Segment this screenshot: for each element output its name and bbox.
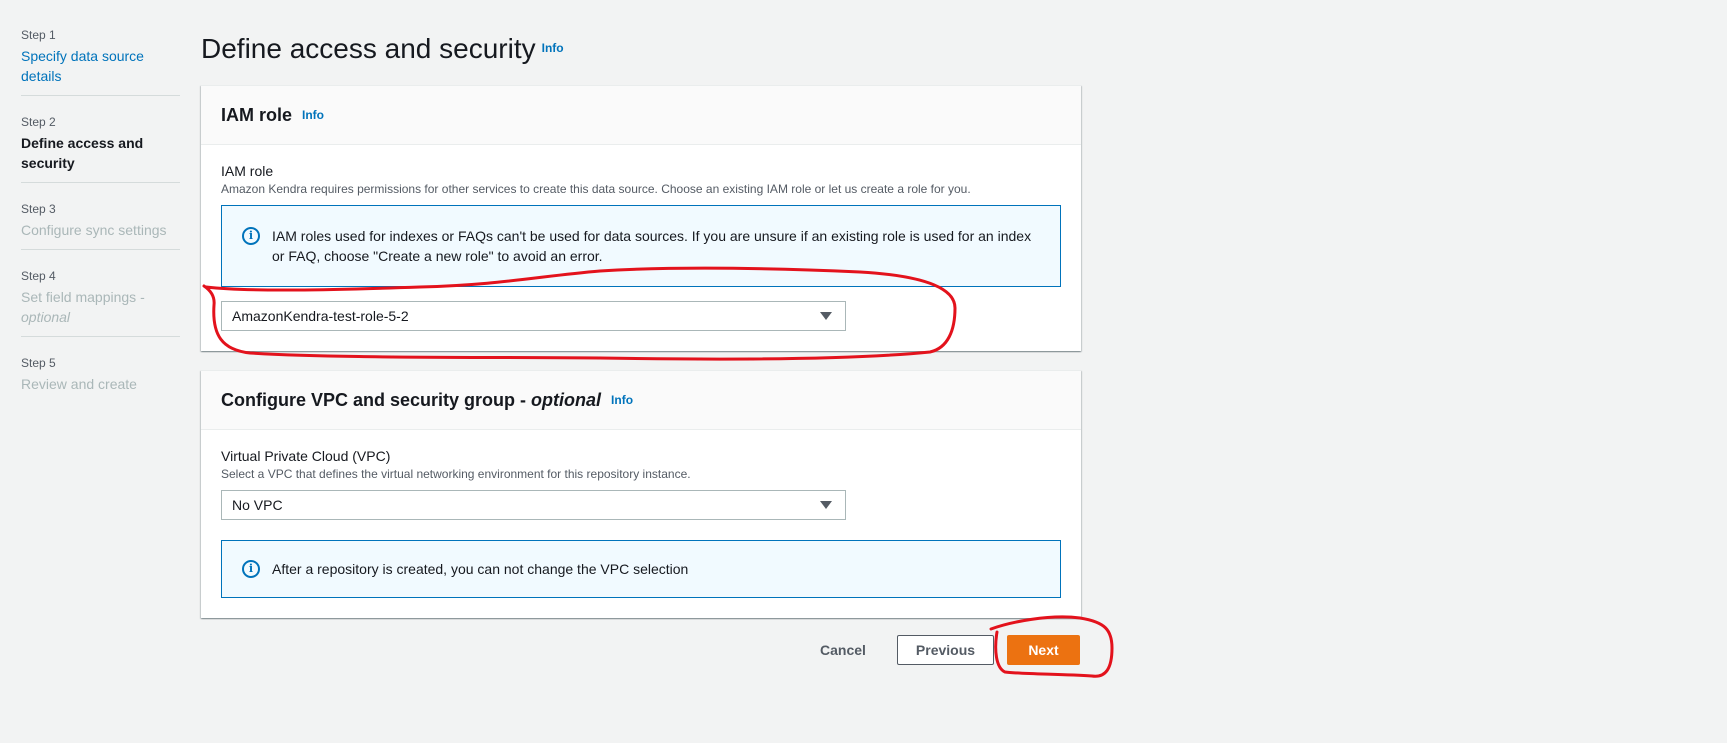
iam-role-panel: IAM role Info IAM role Amazon Kendra req… [201, 85, 1081, 351]
vpc-heading: Configure VPC and security group - optio… [221, 388, 601, 412]
iam-role-info-alert: i IAM roles used for indexes or FAQs can… [221, 205, 1061, 287]
step-number: Step 4 [21, 269, 56, 283]
iam-role-select[interactable]: AmazonKendra-test-role-5-2 [221, 301, 846, 331]
step-label: Set field mappings - optional [21, 287, 180, 327]
vpc-panel: Configure VPC and security group - optio… [201, 370, 1081, 618]
vpc-field-label: Virtual Private Cloud (VPC) [221, 448, 391, 464]
vpc-heading-optional: optional [531, 390, 602, 410]
page-title-text: Define access and security [201, 33, 536, 64]
iam-role-panel-body: IAM role Amazon Kendra requires permissi… [201, 145, 1081, 351]
step-number: Step 2 [21, 115, 56, 129]
step-number: Step 1 [21, 28, 56, 42]
info-icon: i [242, 227, 260, 245]
step-2: Step 2 Define access and security [21, 114, 180, 183]
vpc-select[interactable]: No VPC [221, 490, 846, 520]
caret-down-icon [820, 501, 832, 509]
vpc-info-alert: i After a repository is created, you can… [221, 540, 1061, 598]
iam-role-heading: IAM role [221, 105, 293, 125]
step-link-specify-data-source[interactable]: Specify data source details [21, 46, 180, 86]
page-info-link[interactable]: Info [542, 41, 564, 55]
page-title: Define access and security Info [201, 30, 564, 70]
wizard-steps-nav: Step 1 Specify data source details Step … [21, 27, 180, 421]
step-label: Configure sync settings [21, 222, 167, 238]
step-number: Step 5 [21, 356, 56, 370]
iam-role-info-link[interactable]: Info [302, 108, 324, 122]
step-label: Review and create [21, 376, 137, 392]
vpc-field-description: Select a VPC that defines the virtual ne… [221, 467, 691, 481]
step-label-text: Set field mappings - [21, 289, 145, 305]
iam-role-panel-header: IAM role Info [201, 86, 1081, 145]
iam-role-selected-value: AmazonKendra-test-role-5-2 [232, 308, 409, 324]
step-1[interactable]: Step 1 Specify data source details [21, 27, 180, 96]
iam-role-field-label: IAM role [221, 163, 274, 179]
vpc-info-link[interactable]: Info [611, 393, 633, 407]
vpc-panel-body: Virtual Private Cloud (VPC) Select a VPC… [201, 430, 1081, 618]
vpc-panel-header: Configure VPC and security group - optio… [201, 371, 1081, 430]
step-4: Step 4 Set field mappings - optional [21, 268, 180, 337]
next-button[interactable]: Next [1007, 635, 1080, 665]
vpc-selected-value: No VPC [232, 497, 283, 513]
step-5: Step 5 Review and create [21, 355, 180, 403]
step-label-current: Define access and security [21, 135, 144, 171]
previous-button[interactable]: Previous [897, 635, 994, 665]
iam-role-alert-text: IAM roles used for indexes or FAQs can't… [272, 228, 1032, 264]
vpc-alert-text: After a repository is created, you can n… [272, 561, 689, 577]
caret-down-icon [820, 312, 832, 320]
step-number: Step 3 [21, 202, 56, 216]
step-3: Step 3 Configure sync settings [21, 201, 180, 250]
step-label-optional: optional [21, 309, 71, 325]
iam-role-field-description: Amazon Kendra requires permissions for o… [221, 182, 971, 196]
cancel-button[interactable]: Cancel [810, 635, 876, 665]
info-icon: i [242, 560, 260, 578]
vpc-heading-text: Configure VPC and security group - [221, 390, 532, 410]
